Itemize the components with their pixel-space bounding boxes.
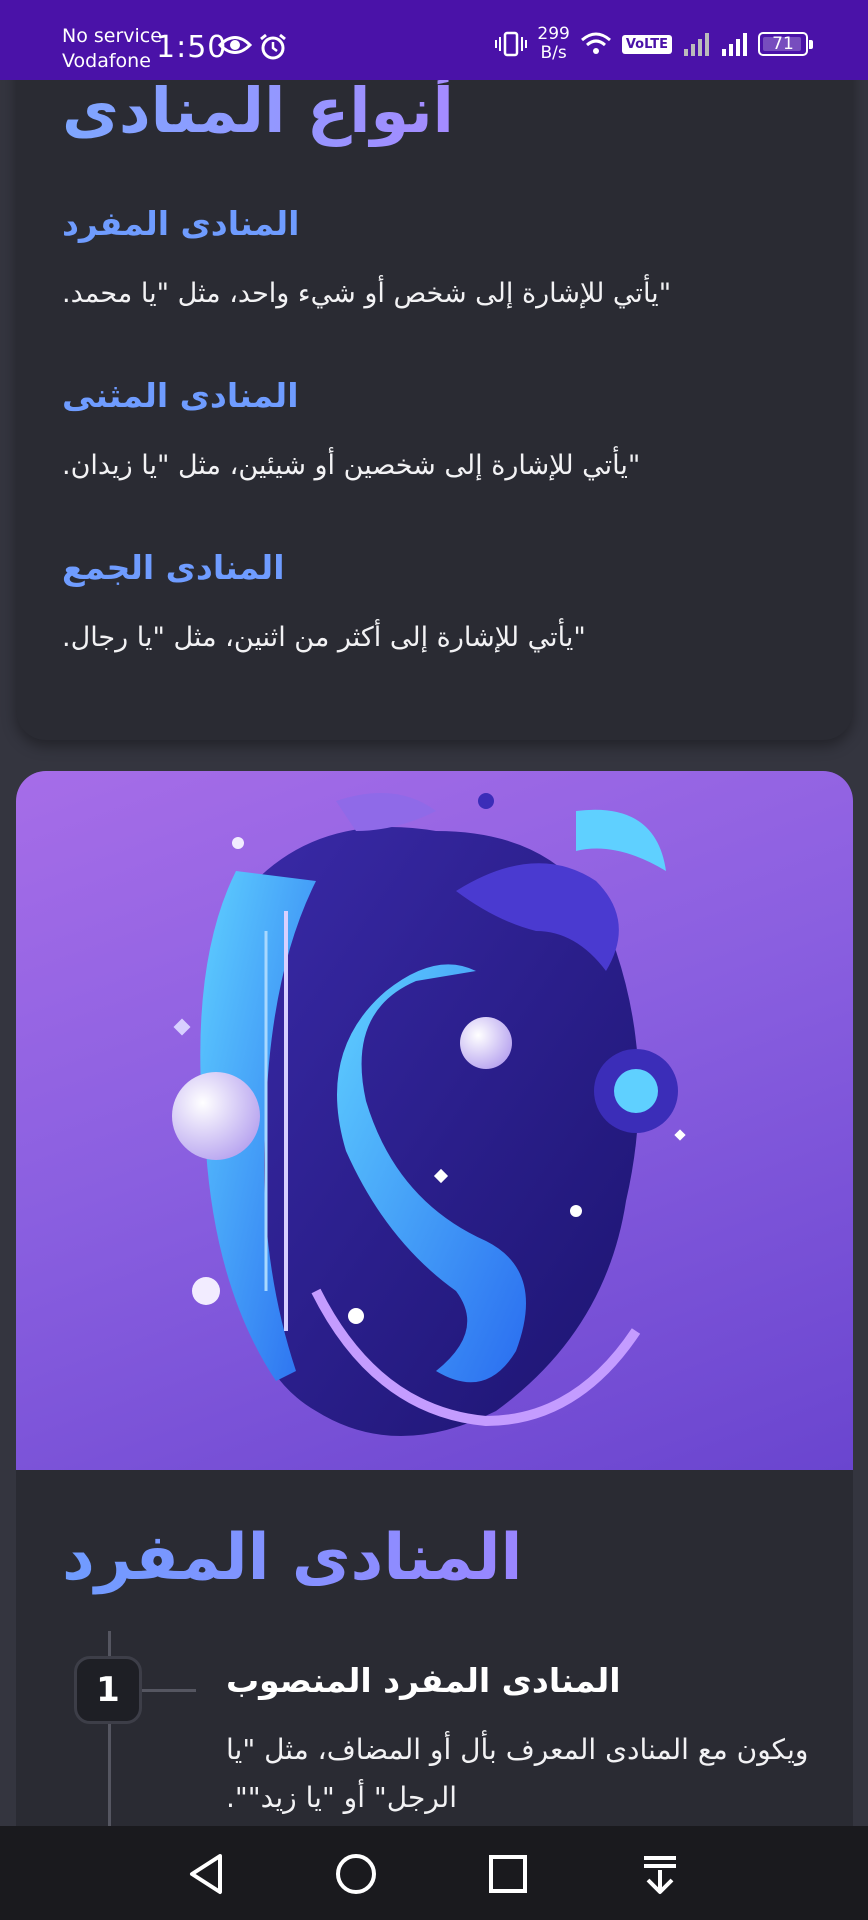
navigation-bar [0,1826,868,1920]
carrier-info: No service Vodafone [62,24,162,74]
card-title: أنواع المنادى [62,74,454,147]
carrier-name: Vodafone [62,50,151,72]
recents-button[interactable] [478,1846,538,1902]
step-title: المنادى المفرد المنصوب [226,1661,621,1700]
section-title: المنادى المفرد [62,1521,523,1595]
singular-section-card: المنادى المفرد 1 المنادى المفرد المنصوب … [16,771,853,1920]
notification-pull-icon [644,1856,676,1894]
vibrate-icon [495,31,528,57]
type-description-singular: "يأتي للإشارة إلى شخص أو شيء واحد، مثل "… [62,278,672,309]
calligraphy-illustration [172,793,686,1436]
back-icon [190,1854,222,1894]
screen: No service Vodafone 1:50 299 B/s VoLTE 7… [0,0,868,1920]
back-button[interactable] [176,1846,236,1902]
volte-badge: VoLTE [621,34,672,54]
status-icons: 299 B/s VoLTE 71 [495,25,813,63]
home-icon [336,1854,376,1894]
type-heading-dual: المنادى المثنى [62,376,299,415]
network-speed-value: 299 [537,24,570,44]
wifi-icon [580,32,611,54]
step-description: ويكون مع المنادى المعرف بأل أو المضاف، م… [226,1733,809,1814]
type-heading-plural: المنادى الجمع [62,548,285,587]
network-speed-unit: B/s [540,43,567,63]
types-card: أنواع المنادى المنادى المفرد "يأتي للإشا… [16,60,853,740]
timeline-connector [142,1689,196,1692]
status-bar: No service Vodafone 1:50 299 B/s VoLTE 7… [0,0,868,80]
eye-icon [218,36,252,54]
signal-sim2-icon [684,33,709,56]
home-button[interactable] [326,1846,386,1902]
battery-level: 71 [772,34,794,54]
notification-pull-button[interactable] [630,1846,690,1902]
clock: 1:50 [156,30,228,65]
calligraphy-artwork [16,771,853,1470]
signal-sim1-icon [722,33,747,56]
type-description-dual: "يأتي للإشارة إلى شخصين أو شيئين، مثل "ي… [62,450,641,481]
step-number-badge: 1 [74,1656,142,1724]
type-description-plural: "يأتي للإشارة إلى أكثر من اثنين، مثل "يا… [62,622,586,653]
battery-indicator: 71 [758,32,813,56]
recents-icon [489,1855,527,1893]
carrier-status: No service [62,25,162,47]
network-speed: 299 B/s [537,25,569,63]
alarm-icon [260,33,286,60]
type-heading-singular: المنادى المفرد [62,204,300,243]
